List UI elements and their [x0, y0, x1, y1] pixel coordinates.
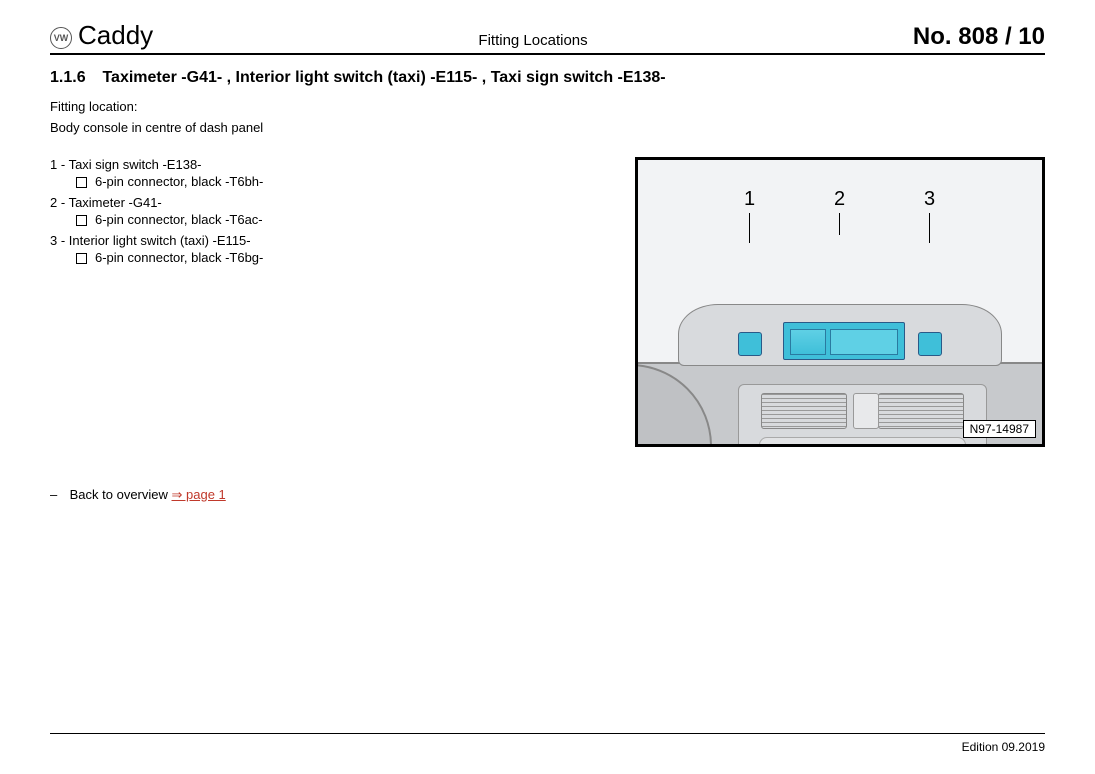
model-name: Caddy [78, 20, 153, 51]
diagram-figure: 1 2 3 [635, 157, 1045, 447]
component-3 [918, 332, 942, 356]
list-item: 3 - Interior light switch (taxi) -E115- [50, 233, 548, 248]
list-subitem: 6-pin connector, black -T6bg- [76, 250, 548, 265]
callout-2: 2 [834, 188, 845, 235]
dashboard-illustration [638, 264, 1042, 444]
list-item: 2 - Taximeter -G41- [50, 195, 548, 210]
component-1 [738, 332, 762, 356]
callout-number: 3 [924, 188, 935, 210]
back-to-overview-link[interactable]: ⇒ page 1 [172, 487, 226, 502]
item-number: 3 [50, 233, 57, 248]
callout-number: 1 [744, 188, 755, 210]
page-header: VW Caddy Fitting Locations No. 808 / 10 [50, 20, 1045, 55]
subitem-text: 6-pin connector, black -T6ac- [95, 212, 263, 227]
back-link-prefix: Back to overview [70, 487, 172, 502]
item-text: Interior light switch (taxi) -E115- [69, 233, 251, 248]
list-subitem: 6-pin connector, black -T6ac- [76, 212, 548, 227]
figure-id: N97-14987 [963, 420, 1036, 438]
item-number: 2 [50, 195, 57, 210]
bullet-icon [76, 177, 87, 188]
back-link-row: – Back to overview ⇒ page 1 [50, 487, 1045, 503]
doc-title: Fitting Locations [153, 32, 913, 51]
page-number: No. 808 / 10 [913, 23, 1045, 51]
fitting-location-label: Fitting location: [50, 99, 1045, 114]
item-number: 1 [50, 157, 57, 172]
subitem-text: 6-pin connector, black -T6bg- [95, 250, 263, 265]
component-2 [783, 322, 905, 360]
item-text: Taxi sign switch -E138- [69, 157, 202, 172]
section-heading: 1.1.6 Taximeter -G41- , Interior light s… [50, 69, 1045, 87]
bullet-icon [76, 253, 87, 264]
section-title-text: Taximeter -G41- , Interior light switch … [102, 69, 665, 86]
section-number: 1.1.6 [50, 69, 98, 87]
list-item: 1 - Taxi sign switch -E138- [50, 157, 548, 172]
callout-3: 3 [924, 188, 935, 243]
callout-1: 1 [744, 188, 755, 243]
footer-divider [50, 733, 1045, 734]
callout-number: 2 [834, 188, 845, 210]
component-list: 1 - Taxi sign switch -E138- 6-pin connec… [50, 157, 548, 447]
bullet-icon [76, 215, 87, 226]
item-text: Taximeter -G41- [69, 195, 162, 210]
fitting-location-desc: Body console in centre of dash panel [50, 120, 1045, 135]
list-subitem: 6-pin connector, black -T6bh- [76, 174, 548, 189]
vw-logo-icon: VW [50, 27, 72, 49]
edition-text: Edition 09.2019 [962, 740, 1045, 754]
subitem-text: 6-pin connector, black -T6bh- [95, 174, 263, 189]
